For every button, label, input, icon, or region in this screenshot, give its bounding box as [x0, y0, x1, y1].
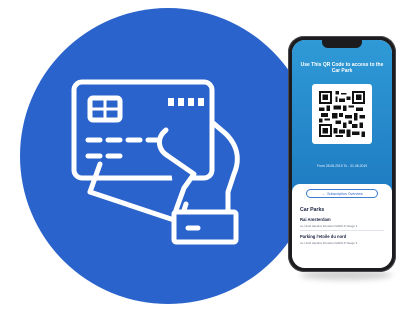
car-park-address: Av. Hindl Haudins Woudens MAPA 37 Etage …: [300, 224, 358, 228]
phone-notch: [322, 40, 362, 48]
details-sheet: → Subscription Overview Car Parks Rai Ams…: [292, 184, 392, 268]
validity-dates: From 28.08.2019 To - 31.08.2019: [316, 164, 368, 168]
qr-panel: Use This QR Code to access to the Car Pa…: [292, 40, 392, 192]
car-parks-heading: Car Parks: [300, 207, 325, 213]
arrow-right-icon: →: [321, 191, 326, 196]
subscription-overview-label: Subscription Overview: [327, 192, 363, 196]
car-park-name[interactable]: Parking l'etoile du nord: [300, 234, 346, 239]
phone-screen: Use This QR Code to access to the Car Pa…: [292, 40, 392, 268]
hand-holding-credit-card-icon: [71, 79, 240, 245]
qr-code-icon: [319, 91, 365, 137]
car-park-address: Av. Hindl Haudins Woudens MAPA 37 Etage …: [300, 241, 358, 245]
smartphone: Use This QR Code to access to the Car Pa…: [288, 36, 396, 272]
car-park-name[interactable]: Rai Amsterdam: [300, 217, 331, 222]
subscription-overview-button[interactable]: → Subscription Overview: [306, 189, 378, 198]
qr-card[interactable]: [312, 84, 372, 144]
qr-title: Use This QR Code to access to the Car Pa…: [300, 62, 384, 74]
divider: [300, 230, 384, 231]
